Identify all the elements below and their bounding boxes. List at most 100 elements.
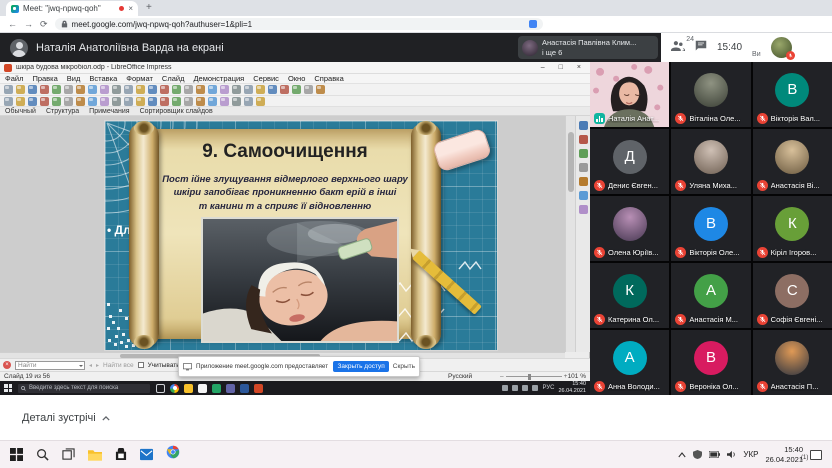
shield-icon[interactable]: [693, 450, 702, 459]
forward-icon[interactable]: →: [24, 20, 33, 29]
3d-icon[interactable]: [304, 85, 313, 94]
start-button-icon[interactable]: [10, 448, 23, 461]
gallery-icon[interactable]: [292, 85, 301, 94]
self-avatar[interactable]: [771, 37, 792, 58]
find-replace-icon[interactable]: [136, 85, 145, 94]
save-icon[interactable]: [28, 85, 37, 94]
block-arrows-icon[interactable]: [136, 97, 145, 106]
address-input[interactable]: meet.google.com/jwq-npwq-qoh?authuser=1&…: [55, 18, 543, 30]
line-icon[interactable]: [40, 97, 49, 106]
notification-center-icon[interactable]: (1): [810, 450, 822, 460]
flowchart-icon[interactable]: [148, 97, 157, 106]
properties-icon[interactable]: [579, 121, 588, 130]
menu-Окно[interactable]: Окно: [288, 74, 305, 83]
rectangle-icon[interactable]: [52, 97, 61, 106]
folder-app-icon[interactable]: [184, 384, 193, 393]
tab-close-icon[interactable]: ×: [128, 5, 133, 13]
stars-icon[interactable]: [172, 97, 181, 106]
browser-tab[interactable]: Meet: "jwq-npwq-qoh" ×: [6, 1, 138, 16]
language-indicator[interactable]: УКР: [743, 450, 758, 459]
view-tab-Обычный[interactable]: Обычный: [5, 108, 36, 115]
slide-layout-icon[interactable]: [172, 85, 181, 94]
tray-icon[interactable]: [502, 385, 508, 391]
display-grid-icon[interactable]: [160, 85, 169, 94]
cut-icon[interactable]: [64, 85, 73, 94]
find-input[interactable]: Найти: [15, 361, 85, 370]
slide-canvas[interactable]: • Дл 9. Самоочищення Пост ійне злущуванн…: [105, 121, 497, 350]
animation-icon[interactable]: [579, 149, 588, 158]
chrome-taskbar-button[interactable]: [166, 445, 180, 464]
people-button[interactable]: 24: [671, 39, 685, 57]
taskbar-search-input[interactable]: Введите здесь текст для поиска: [18, 384, 150, 393]
minimize-button[interactable]: –: [536, 64, 550, 71]
spelling-icon[interactable]: [148, 85, 157, 94]
menu-Справка[interactable]: Справка: [314, 74, 343, 83]
duplicate-slide-icon[interactable]: [268, 85, 277, 94]
new-tab-button[interactable]: +: [146, 2, 152, 13]
powerpoint-app-icon[interactable]: [254, 384, 263, 393]
open-icon[interactable]: [16, 85, 25, 94]
menu-Формат[interactable]: Формат: [126, 74, 153, 83]
extension-icon[interactable]: [529, 20, 537, 28]
glue-points-icon[interactable]: [256, 97, 265, 106]
language-indicator[interactable]: Русский: [448, 373, 472, 380]
chat-button[interactable]: [695, 39, 707, 57]
print-icon[interactable]: [52, 85, 61, 94]
menu-Слайд[interactable]: Слайд: [162, 74, 185, 83]
align-icon[interactable]: [196, 97, 205, 106]
slide-transition-icon[interactable]: [579, 135, 588, 144]
new-slide-icon[interactable]: [256, 85, 265, 94]
zoom-level[interactable]: 101 %: [568, 373, 586, 380]
arrange-icon[interactable]: [208, 97, 217, 106]
tray-expand-icon[interactable]: [678, 452, 686, 458]
participant-tile[interactable]: ККіріл Ігоров...: [753, 196, 832, 261]
tray-icon[interactable]: [532, 385, 538, 391]
task-view-icon[interactable]: [62, 448, 75, 461]
copy-icon[interactable]: [76, 85, 85, 94]
table-icon[interactable]: [184, 85, 193, 94]
vertical-scrollbar[interactable]: [565, 116, 575, 352]
zoom-slider[interactable]: [506, 376, 562, 377]
menu-Демонстрация[interactable]: Демонстрация: [193, 74, 244, 83]
undo-icon[interactable]: [112, 85, 121, 94]
image-icon[interactable]: [196, 85, 205, 94]
word-app-icon[interactable]: [240, 384, 249, 393]
participant-tile[interactable]: ККатерина Ол...: [590, 263, 669, 328]
menu-Правка[interactable]: Правка: [32, 74, 57, 83]
participant-tile[interactable]: ВВікторія Вал...: [753, 62, 832, 127]
shadow-icon[interactable]: [220, 97, 229, 106]
menu-Сервис[interactable]: Сервис: [253, 74, 279, 83]
menu-Файл[interactable]: Файл: [5, 74, 23, 83]
zoom-out-button[interactable]: –: [500, 373, 504, 380]
view-tab-Сортировщик слайдов[interactable]: Сортировщик слайдов: [140, 108, 213, 115]
ellipse-icon[interactable]: [64, 97, 73, 106]
paste-icon[interactable]: [88, 85, 97, 94]
rotate-icon[interactable]: [184, 97, 193, 106]
participant-tile[interactable]: Олена Юріїв...: [590, 196, 669, 261]
participant-tile[interactable]: ВВікторія Оле...: [671, 196, 750, 261]
file-explorer-icon[interactable]: [88, 449, 102, 461]
redo-icon[interactable]: [124, 85, 133, 94]
export-pdf-icon[interactable]: [40, 85, 49, 94]
text-box-icon[interactable]: [220, 85, 229, 94]
hide-notification-button[interactable]: Скрыть: [393, 363, 415, 370]
maximize-button[interactable]: □: [554, 64, 568, 71]
basic-shapes-icon[interactable]: [112, 97, 121, 106]
chrome-app-icon[interactable]: [170, 384, 179, 393]
points-icon[interactable]: [244, 97, 253, 106]
gallery-icon[interactable]: [579, 191, 588, 200]
meeting-details-button[interactable]: Деталі зустрічі: [22, 412, 110, 424]
participant-tile[interactable]: Уляна Миха...: [671, 129, 750, 194]
arrow-icon[interactable]: [76, 97, 85, 106]
taskview-app-icon[interactable]: [156, 384, 165, 393]
menu-Вид[interactable]: Вид: [67, 74, 81, 83]
new-icon[interactable]: [4, 85, 13, 94]
view-tab-Примечания[interactable]: Примечания: [89, 108, 129, 115]
search-icon[interactable]: [36, 448, 49, 461]
back-icon[interactable]: ←: [8, 20, 17, 29]
teams-app-icon[interactable]: [226, 384, 235, 393]
find-all-button[interactable]: Найти все: [103, 362, 134, 369]
presentation-icon[interactable]: [316, 85, 325, 94]
start-button-icon[interactable]: [4, 384, 12, 392]
drive-app-icon[interactable]: [212, 384, 221, 393]
